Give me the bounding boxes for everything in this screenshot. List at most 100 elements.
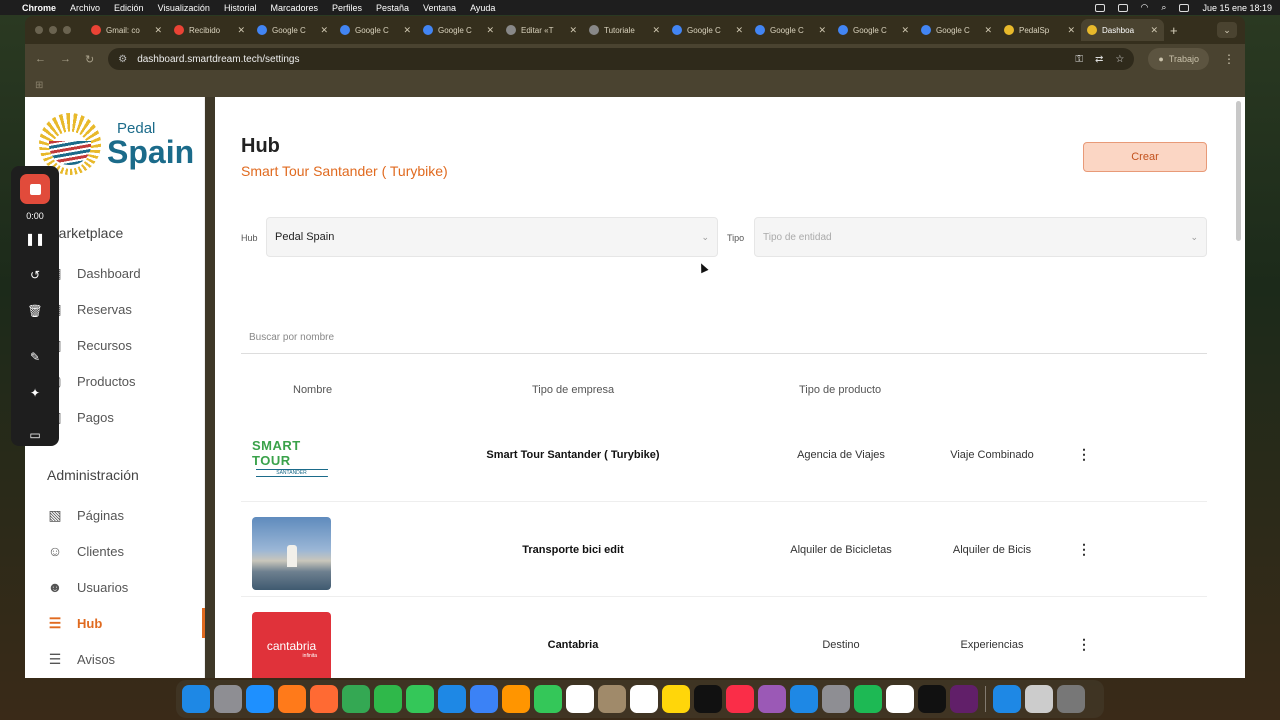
close-tab-icon[interactable]: ✕ [569,25,577,36]
browser-tab[interactable]: Gmail: co ✕ [85,19,168,41]
browser-tab[interactable]: Dashboa ✕ [1081,19,1164,41]
dock-app-icon[interactable] [566,685,594,713]
dock-app-icon[interactable] [342,685,370,713]
dock-app-icon[interactable] [534,685,562,713]
menu-app-name[interactable]: Chrome [22,3,56,13]
dock-app-icon[interactable] [886,685,914,713]
search-input[interactable]: Buscar por nombre [241,322,1207,354]
browser-menu-icon[interactable]: ⋮ [1223,52,1235,66]
dock-app-icon[interactable] [630,685,658,713]
status-icon[interactable] [1094,3,1105,12]
sidebar-item-avisos[interactable]: ☰ Avisos [45,644,205,674]
tab-search-button[interactable]: ⌄ [1217,22,1237,38]
status-icon[interactable] [1117,3,1128,12]
clock[interactable]: Jue 15 ene 18:19 [1202,3,1272,13]
search-icon[interactable]: ⌕ [1161,2,1166,13]
dock-app-icon[interactable] [278,685,306,713]
dock-app-icon[interactable] [182,685,210,713]
page-scrollbar[interactable] [1236,101,1241,241]
reload-icon[interactable]: ↻ [85,53,94,66]
dock-app-icon[interactable] [918,685,946,713]
dock-app-icon[interactable] [406,685,434,713]
address-bar[interactable]: ⚙ dashboard.smartdream.tech/settings ⚿ ⇄… [108,48,1135,70]
row-menu-icon[interactable]: ⋮ [1077,502,1091,597]
close-tab-icon[interactable]: ✕ [154,25,162,36]
dock-app-icon[interactable] [438,685,466,713]
effects-icon[interactable]: ✦ [11,386,59,400]
tipo-select[interactable]: Tipo de entidad ⌄ [754,217,1207,257]
sidebar-item-clientes[interactable]: ☺ Clientes [45,536,205,566]
menu-historial[interactable]: Historial [224,3,257,13]
dock-app-icon[interactable] [726,685,754,713]
browser-tab[interactable]: Google C ✕ [915,19,998,41]
restart-icon[interactable]: ↺ [11,268,59,282]
control-center-icon[interactable] [1179,3,1190,12]
menu-edicion[interactable]: Edición [114,3,144,13]
close-tab-icon[interactable]: ✕ [237,25,245,36]
dock-app-icon[interactable] [758,685,786,713]
menu-ventana[interactable]: Ventana [423,3,456,13]
menu-marcadores[interactable]: Marcadores [270,3,318,13]
sidebar-item-productos[interactable]: ▢Productos [45,366,205,396]
minimize-window-button[interactable] [49,26,57,34]
close-tab-icon[interactable]: ✕ [403,25,411,36]
dock-app-icon[interactable] [598,685,626,713]
browser-tab[interactable]: Google C ✕ [334,19,417,41]
password-key-icon[interactable]: ⚿ [1075,54,1083,65]
forward-icon[interactable]: → [60,53,71,65]
sidebar-item-pagos[interactable]: ▥Pagos [45,402,205,432]
menu-archivo[interactable]: Archivo [70,3,100,13]
dock-app-icon[interactable] [470,685,498,713]
browser-tab[interactable]: Recibido ✕ [168,19,251,41]
browser-tab[interactable]: Google C ✕ [666,19,749,41]
column-header-tipo-empresa[interactable]: Tipo de empresa [532,384,614,396]
new-tab-button[interactable]: + [1170,23,1178,38]
dock-app-icon[interactable] [214,685,242,713]
dock-app-icon[interactable] [662,685,690,713]
menu-pestana[interactable]: Pestaña [376,3,409,13]
dock-app-icon[interactable] [694,685,722,713]
table-row[interactable]: SMART TOUR SANTANDER Smart Tour Santande… [241,407,1207,502]
close-tab-icon[interactable]: ✕ [1067,25,1075,36]
close-tab-icon[interactable]: ✕ [320,25,328,36]
bookmark-star-icon[interactable]: ☆ [1115,54,1124,65]
menu-perfiles[interactable]: Perfiles [332,3,362,13]
apps-grid-icon[interactable]: ⊞ [35,80,43,91]
row-menu-icon[interactable]: ⋮ [1077,407,1091,502]
table-row[interactable]: cantabria infinita Cantabria Destino Exp… [241,597,1207,678]
pause-icon[interactable]: ❚❚ [11,232,59,246]
browser-tab[interactable]: Google C ✕ [251,19,334,41]
sidebar-item-recursos[interactable]: ▣Recursos [45,330,205,360]
sidebar-item-reservas[interactable]: ▤Reservas [45,294,205,324]
browser-tab[interactable]: Google C ✕ [832,19,915,41]
hub-select[interactable]: Pedal Spain ⌄ [266,217,718,257]
create-button[interactable]: Crear [1083,142,1207,172]
dock-app-icon[interactable] [1057,685,1085,713]
site-info-icon[interactable]: ⚙ [118,54,127,65]
dock-app-icon[interactable] [502,685,530,713]
close-tab-icon[interactable]: ✕ [486,25,494,36]
close-tab-icon[interactable]: ✕ [818,25,826,36]
trash-icon[interactable]: 🗑 [11,304,59,318]
back-icon[interactable]: ← [35,53,46,65]
sidebar-item-hub[interactable]: ☰ Hub [45,608,205,638]
table-row[interactable]: Transporte bici edit Alquiler de Bicicle… [241,502,1207,597]
row-menu-icon[interactable]: ⋮ [1077,597,1091,678]
dock-app-icon[interactable] [993,685,1021,713]
browser-tab[interactable]: Editar «T ✕ [500,19,583,41]
close-tab-icon[interactable]: ✕ [984,25,992,36]
dock-app-icon[interactable] [310,685,338,713]
menu-visualizacion[interactable]: Visualización [158,3,210,13]
close-tab-icon[interactable]: ✕ [901,25,909,36]
close-tab-icon[interactable]: ✕ [735,25,743,36]
menu-ayuda[interactable]: Ayuda [470,3,495,13]
browser-tab[interactable]: Google C ✕ [749,19,832,41]
column-header-nombre[interactable]: Nombre [293,384,332,396]
dock-app-icon[interactable] [790,685,818,713]
dock-app-icon[interactable] [950,685,978,713]
column-header-tipo-producto[interactable]: Tipo de producto [799,384,881,396]
browser-tab[interactable]: Google C ✕ [417,19,500,41]
translate-icon[interactable]: ⇄ [1095,54,1103,65]
wifi-icon[interactable]: ◠ [1141,2,1149,13]
dock-app-icon[interactable] [822,685,850,713]
